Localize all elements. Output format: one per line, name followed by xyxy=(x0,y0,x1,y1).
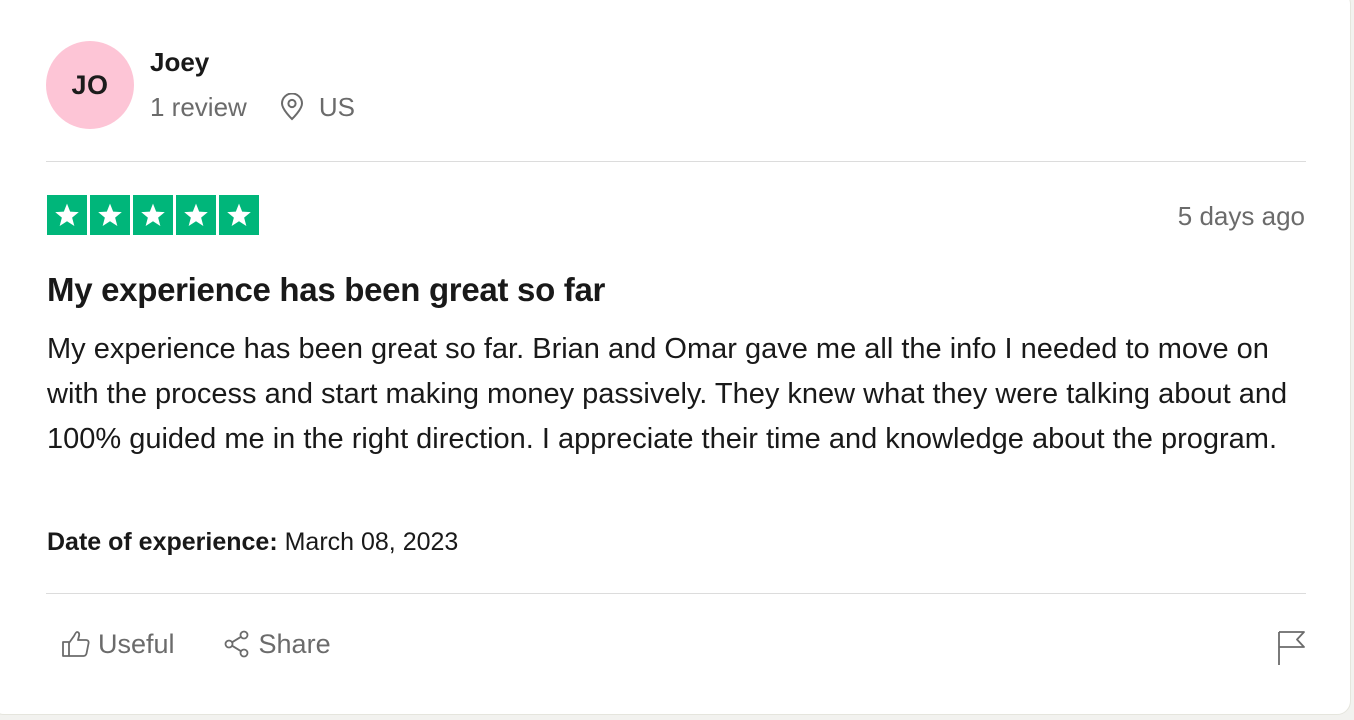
experience-label: Date of experience: xyxy=(47,528,278,556)
review-actions: Useful Share xyxy=(60,628,331,660)
star-icon xyxy=(133,195,173,235)
review-date: 5 days ago xyxy=(1177,201,1305,231)
star-icon xyxy=(47,195,87,235)
reviewer-name[interactable]: Joey xyxy=(150,46,209,78)
avatar[interactable]: JO xyxy=(46,41,134,129)
share-button[interactable]: Share xyxy=(221,628,331,660)
location-pin-icon xyxy=(279,92,305,121)
date-of-experience: Date of experience: March 08, 2023 xyxy=(47,525,458,559)
header-divider xyxy=(46,161,1306,162)
useful-label: Useful xyxy=(98,628,175,659)
share-label: Share xyxy=(258,628,331,659)
thumbs-up-icon xyxy=(62,631,90,657)
review-title[interactable]: My experience has been great so far xyxy=(47,268,605,312)
report-button[interactable] xyxy=(1274,628,1308,666)
review-body: My experience has been great so far. Bri… xyxy=(47,333,1288,455)
footer-divider xyxy=(46,593,1306,594)
star-icon xyxy=(219,195,259,235)
avatar-initials: JO xyxy=(71,69,109,100)
review-count: 1 review xyxy=(150,91,247,122)
star-icon xyxy=(90,195,130,235)
reviewer-meta: 1 review US xyxy=(150,90,355,124)
share-icon xyxy=(224,630,248,658)
flag-icon xyxy=(1278,631,1305,665)
star-icon xyxy=(176,195,216,235)
star-rating xyxy=(47,195,259,235)
useful-button[interactable]: Useful xyxy=(60,628,175,660)
experience-date: March 08, 2023 xyxy=(284,528,459,556)
reviewer-location: US xyxy=(318,91,355,122)
